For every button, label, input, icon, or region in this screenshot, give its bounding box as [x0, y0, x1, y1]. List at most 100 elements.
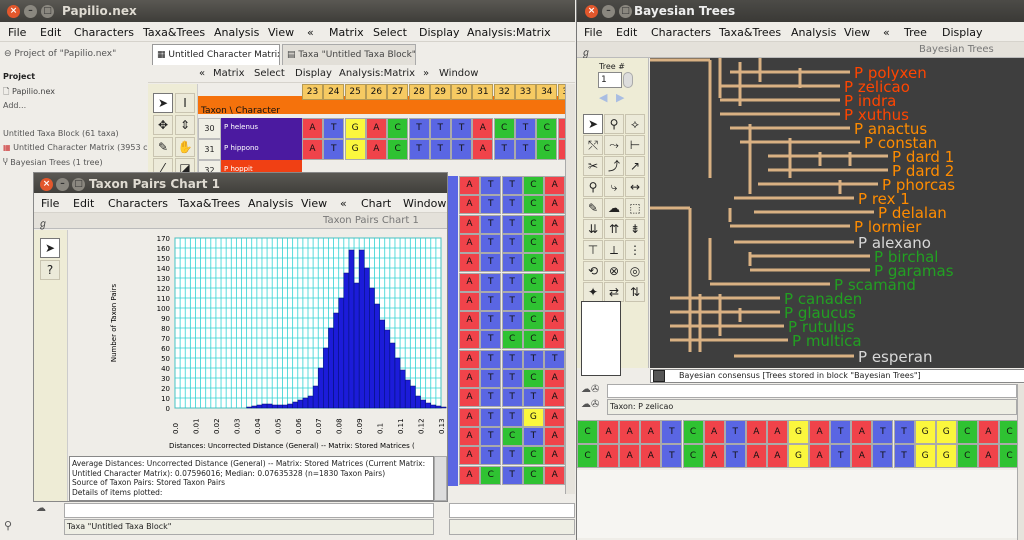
column-header[interactable]: 26 [365, 84, 387, 100]
chart-close-icon[interactable]: × [40, 178, 53, 191]
trees-minimize-icon[interactable]: – [602, 5, 615, 18]
menu-view[interactable]: View [268, 26, 294, 39]
trees-menu-tree[interactable]: Tree [904, 26, 927, 39]
sequence-cell[interactable]: C [956, 444, 978, 468]
chart-minimize-icon[interactable]: – [56, 178, 69, 191]
sequence-cell[interactable]: A [703, 420, 725, 444]
tree-overview-thumbnail[interactable] [581, 301, 621, 376]
matrix-cell[interactable]: C [536, 139, 558, 160]
matrix-cell[interactable]: T [451, 118, 473, 139]
matrix-cell[interactable]: T [480, 446, 502, 466]
arrow-tool-icon[interactable]: ➤ [583, 114, 603, 134]
matrix-cell[interactable]: T [501, 272, 523, 292]
matrix-cell[interactable]: A [459, 407, 480, 427]
matrix-cell[interactable]: G [344, 118, 366, 139]
chart-scrollbar[interactable] [434, 456, 447, 501]
matrix-cell[interactable]: T [451, 139, 473, 160]
matrix-cell[interactable]: T [501, 388, 523, 408]
matrix-menu-display[interactable]: Display [295, 68, 332, 79]
matrix-cell[interactable]: A [544, 388, 566, 408]
matrix-cell[interactable]: T [480, 214, 502, 234]
sequence-cell[interactable]: A [640, 420, 662, 444]
select-tool-icon[interactable]: ⬚ [625, 198, 645, 218]
tree-nav-left-icon[interactable]: ◀ [599, 91, 607, 104]
project-item-matrix[interactable]: ▦ Untitled Character Matrix (3953 cha [3, 143, 148, 152]
sequence-cell[interactable]: T [893, 444, 915, 468]
matrix-cell[interactable]: T [480, 176, 502, 195]
sequence-cell[interactable]: G [788, 444, 809, 468]
matrix-menu-matrix[interactable]: Matrix [213, 68, 244, 79]
pivot-tool-icon[interactable]: ⤷ [604, 177, 624, 197]
column-header[interactable]: 23 [302, 84, 323, 100]
ruler-tool-icon[interactable]: ⊤ [583, 240, 603, 260]
lift-tool-icon[interactable]: ⤴ [604, 156, 624, 176]
matrix-cell[interactable]: A [365, 139, 387, 160]
matrix-cell[interactable]: T [522, 426, 544, 446]
matrix-cell[interactable]: T [480, 349, 502, 369]
sequence-cell[interactable]: A [703, 444, 725, 468]
sequence-cell[interactable]: A [619, 420, 641, 444]
delete-tool-icon[interactable]: ⊗ [604, 261, 624, 281]
matrix-cell[interactable]: T [544, 349, 566, 369]
matrix-cell[interactable]: T [501, 291, 523, 311]
chart-maximize-icon[interactable]: □ [72, 178, 85, 191]
column-header[interactable]: 30 [451, 84, 473, 100]
column-header[interactable]: 27 [387, 84, 409, 100]
menu-analysis-matrix[interactable]: Analysis:Matrix [467, 26, 551, 39]
chart-menu-file[interactable]: File [41, 197, 59, 210]
pen-tool-icon[interactable]: ✎ [583, 198, 603, 218]
column-header[interactable]: 33 [515, 84, 536, 100]
matrix-cell[interactable]: C [501, 426, 523, 446]
matrix-cell[interactable]: A [459, 426, 480, 446]
matrix-cell[interactable]: C [522, 311, 544, 331]
reroot-tool-icon[interactable]: ⤲ [583, 135, 603, 155]
matrix-cell[interactable]: A [544, 253, 566, 273]
sequence-cell[interactable]: T [830, 444, 852, 468]
target-tool-icon[interactable]: ◎ [625, 261, 645, 281]
ladderize-down-icon[interactable]: ⇊ [583, 219, 603, 239]
sequence-cell[interactable]: A [851, 444, 873, 468]
matrix-cell[interactable]: T [323, 118, 345, 139]
matrix-menu-analysis[interactable]: Analysis:Matrix [339, 68, 415, 79]
chart-menu-more[interactable]: « [340, 197, 347, 210]
tab-character-matrix[interactable]: ▦ Untitled Character Matrix [152, 44, 280, 65]
matrix-cell[interactable]: G [522, 407, 544, 427]
matrix-cell[interactable]: T [480, 195, 502, 215]
matrix-cell[interactable]: A [544, 233, 566, 253]
matrix-menu-select[interactable]: Select [254, 68, 285, 79]
matrix-cell[interactable]: A [544, 465, 566, 485]
menu-display[interactable]: Display [419, 26, 460, 39]
matrix-cell[interactable]: A [459, 369, 480, 388]
hand-tool-icon[interactable]: ✋ [175, 137, 195, 157]
matrix-menu-window[interactable]: Window [439, 68, 478, 79]
column-header[interactable]: 28 [408, 84, 430, 100]
matrix-cell[interactable]: T [480, 369, 502, 388]
expand-tool-icon[interactable]: ⇕ [175, 115, 195, 135]
sequence-cell[interactable]: T [724, 420, 746, 444]
matrix-cell[interactable]: T [480, 291, 502, 311]
arrow-tool-icon[interactable]: ➤ [153, 93, 173, 113]
sequence-cell[interactable]: C [577, 444, 598, 468]
minimize-icon[interactable]: – [24, 5, 37, 18]
chart-info-icon[interactable]: ℊ [38, 215, 48, 230]
matrix-cell[interactable]: A [459, 233, 480, 253]
sequence-cell[interactable]: C [956, 420, 978, 444]
collapse-tool-icon[interactable]: ⊢ [625, 135, 645, 155]
matrix-cell[interactable]: T [501, 446, 523, 466]
matrix-cell[interactable]: A [365, 118, 387, 139]
expand-tool-icon[interactable]: ⇟ [625, 219, 645, 239]
menu-matrix[interactable]: Matrix [329, 26, 364, 39]
menu-analysis[interactable]: Analysis [214, 26, 259, 39]
cut-tool-icon[interactable]: ✂ [583, 156, 603, 176]
row-taxon-name[interactable]: P helenus [221, 118, 302, 139]
sequence-cell[interactable]: T [872, 420, 894, 444]
matrix-cell[interactable]: C [387, 118, 409, 139]
matrix-cell[interactable]: T [480, 388, 502, 408]
sequence-cell[interactable]: A [766, 420, 788, 444]
matrix-cell[interactable]: A [544, 176, 566, 195]
trees-menu-edit[interactable]: Edit [616, 26, 637, 39]
sequence-cell[interactable]: A [766, 444, 788, 468]
trees-menu-analysis[interactable]: Analysis [791, 26, 836, 39]
tree-number-spin-icon[interactable] [623, 72, 633, 88]
chart-menu-analysis[interactable]: Analysis [248, 197, 293, 210]
